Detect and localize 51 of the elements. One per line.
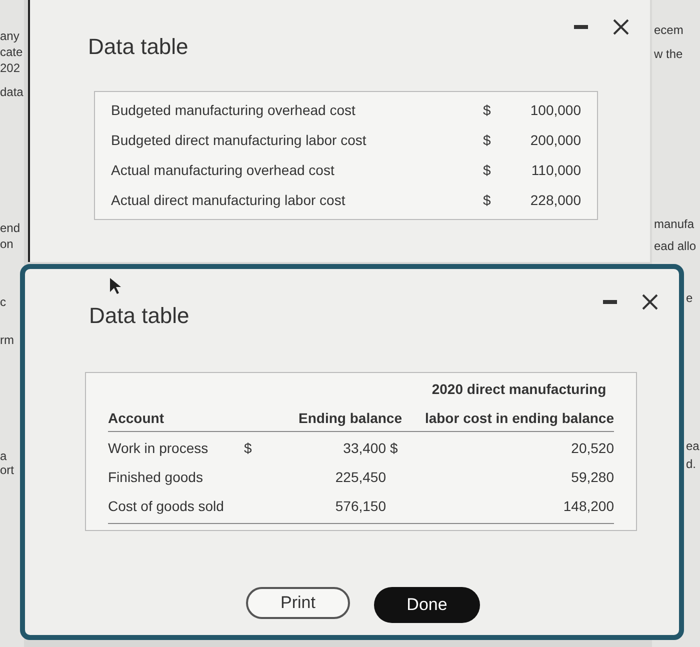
background-text: d.	[686, 458, 696, 470]
table-cell-text: Actual manufacturing overhead cost	[111, 161, 336, 180]
window-title: Data table	[88, 33, 188, 61]
background-text: a	[0, 450, 7, 462]
table-cell-text: 20,520	[570, 439, 614, 458]
background-text: 202	[0, 62, 20, 74]
table-cell-text: 148,200	[562, 497, 614, 516]
table-cell-text: Finished goods	[108, 468, 204, 487]
column-header: labor cost in ending balance	[424, 409, 614, 428]
background-text: e	[686, 292, 693, 304]
table-cell-text: Cost of goods sold	[108, 497, 225, 516]
table-cell: $	[390, 440, 398, 456]
background-text: any	[0, 30, 20, 42]
table-cell-text: 33,400	[342, 439, 386, 458]
background-text: ead allo	[654, 240, 696, 252]
background-text: ecem	[654, 24, 684, 36]
background-text: ort	[0, 464, 14, 476]
table-cell-text: Work in process	[108, 439, 210, 458]
table-cell-text: 228,000	[529, 191, 581, 210]
print-button[interactable]: Print	[246, 587, 350, 619]
background-text: manufa	[654, 218, 694, 230]
background-text: on	[0, 238, 14, 250]
window-title: Data table	[89, 302, 190, 330]
background-text: rm	[0, 334, 14, 346]
background-text: data	[0, 86, 24, 98]
background-text: ea	[686, 440, 700, 452]
table-cell-text: 110,000	[530, 161, 581, 180]
table-cell-text: 225,450	[334, 468, 386, 487]
table-cell-text: $	[483, 101, 492, 120]
background-text: cate	[0, 46, 23, 58]
background-text: c	[0, 296, 6, 308]
background-text: end	[0, 222, 20, 234]
table-cell-text: 200,000	[529, 131, 581, 150]
done-button[interactable]: Done	[374, 587, 480, 623]
table-cell-text: 100,000	[529, 101, 581, 120]
table-cell-text: 59,280	[570, 468, 614, 487]
table-cell-text: $	[483, 161, 492, 180]
table-cell: $	[244, 440, 252, 456]
table-cell-text: Budgeted direct manufacturing labor cost	[111, 131, 368, 150]
column-header: 2020 direct manufacturing	[430, 380, 608, 399]
table-cell-text: Actual direct manufacturing labor cost	[111, 191, 346, 210]
table-cell-text: 576,150	[334, 497, 386, 516]
column-header: Ending balance	[298, 409, 402, 428]
background-text: w the	[654, 48, 683, 60]
close-icon[interactable]	[641, 293, 659, 311]
table-cell-text: $	[483, 131, 492, 150]
table-cell-text: $	[483, 191, 492, 210]
column-header: Account	[108, 409, 165, 428]
close-icon[interactable]	[612, 18, 630, 36]
mouse-cursor-icon	[109, 277, 121, 295]
table-cell-text: Budgeted manufacturing overhead cost	[111, 101, 356, 120]
